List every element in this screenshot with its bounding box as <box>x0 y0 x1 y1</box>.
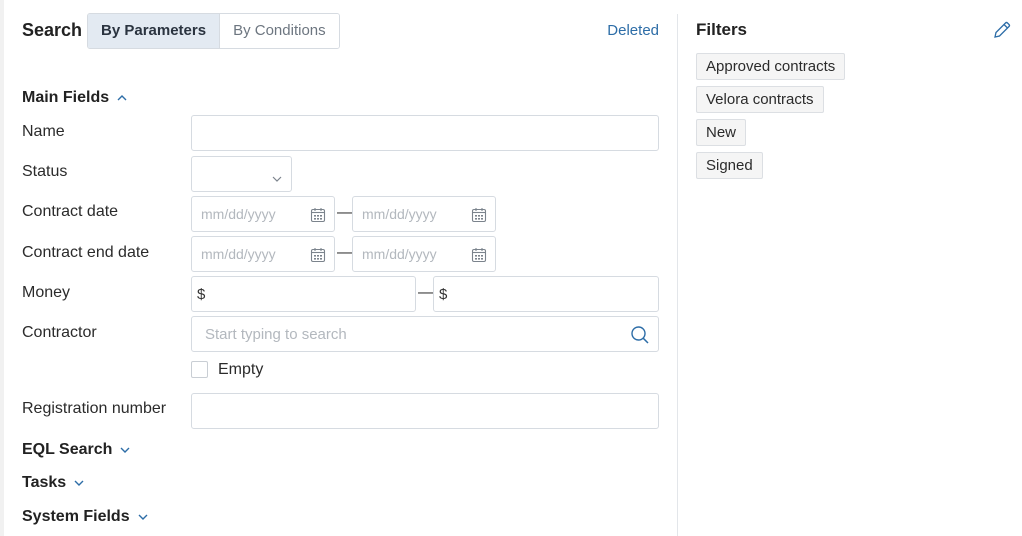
panel-divider <box>677 14 678 536</box>
contract-date-from-input[interactable]: mm/dd/yyyy <box>191 196 335 232</box>
empty-checkbox-label: Empty <box>218 361 264 378</box>
saved-filters-list: Approved contracts Velora contracts New … <box>696 53 846 179</box>
tasks-label: Tasks <box>22 474 67 491</box>
registration-number-label: Registration number <box>22 400 167 417</box>
search-icon[interactable] <box>630 325 650 349</box>
system-fields-toggle[interactable]: System Fields <box>22 508 148 526</box>
registration-number-input[interactable] <box>191 393 659 429</box>
contract-end-date-from-placeholder: mm/dd/yyyy <box>201 246 276 262</box>
system-fields-label: System Fields <box>22 508 130 525</box>
contract-date-label: Contract date <box>22 203 119 220</box>
name-input[interactable] <box>191 115 659 151</box>
search-mode-tabs: By Parameters By Conditions <box>87 13 340 49</box>
contractor-search-input[interactable]: Start typing to search <box>191 316 659 352</box>
chevron-down-icon <box>74 478 84 488</box>
contract-date-from-placeholder: mm/dd/yyyy <box>201 206 276 222</box>
calendar-icon[interactable] <box>471 247 487 266</box>
calendar-icon[interactable] <box>310 207 326 226</box>
tab-by-conditions[interactable]: By Conditions <box>220 14 339 48</box>
money-from-prefix: $ <box>197 285 206 303</box>
chevron-down-icon <box>120 445 130 455</box>
filter-chip-approved-contracts[interactable]: Approved contracts <box>696 53 846 80</box>
status-label: Status <box>22 163 68 180</box>
range-separator: — <box>337 204 353 221</box>
chevron-up-icon <box>117 93 127 103</box>
contract-end-date-to-placeholder: mm/dd/yyyy <box>362 246 437 262</box>
calendar-icon[interactable] <box>471 207 487 226</box>
deleted-link[interactable]: Deleted <box>607 22 659 39</box>
contract-end-date-label: Contract end date <box>22 244 150 261</box>
filter-chip-velora-contracts[interactable]: Velora contracts <box>696 86 824 113</box>
pencil-icon[interactable] <box>992 20 1012 45</box>
filter-chip-new[interactable]: New <box>696 119 747 146</box>
contractor-label: Contractor <box>22 324 97 341</box>
main-fields-label: Main Fields <box>22 89 110 106</box>
eql-search-toggle[interactable]: EQL Search <box>22 441 130 459</box>
tab-by-parameters[interactable]: By Parameters <box>88 14 221 48</box>
money-from-input[interactable]: $ <box>191 276 416 312</box>
money-to-prefix: $ <box>439 285 448 303</box>
money-to-input[interactable]: $ <box>433 276 659 312</box>
search-title: Search <box>22 20 83 40</box>
status-select[interactable] <box>191 156 292 192</box>
left-edge <box>0 0 4 536</box>
main-fields-toggle[interactable]: Main Fields <box>22 89 127 107</box>
chevron-down-icon <box>138 512 148 522</box>
contract-end-date-to-input[interactable]: mm/dd/yyyy <box>352 236 496 272</box>
tasks-toggle[interactable]: Tasks <box>22 474 84 492</box>
contractor-placeholder: Start typing to search <box>205 325 347 343</box>
contract-date-to-input[interactable]: mm/dd/yyyy <box>352 196 496 232</box>
calendar-icon[interactable] <box>310 247 326 266</box>
filter-chip-signed[interactable]: Signed <box>696 152 763 179</box>
range-separator: — <box>337 244 353 261</box>
money-label: Money <box>22 284 71 301</box>
chevron-down-icon <box>272 170 282 188</box>
range-separator: — <box>418 284 434 301</box>
name-label: Name <box>22 123 65 140</box>
contract-date-to-placeholder: mm/dd/yyyy <box>362 206 437 222</box>
contract-end-date-from-input[interactable]: mm/dd/yyyy <box>191 236 335 272</box>
filters-title: Filters <box>696 20 748 39</box>
empty-checkbox[interactable] <box>191 361 208 378</box>
eql-search-label: EQL Search <box>22 441 113 458</box>
